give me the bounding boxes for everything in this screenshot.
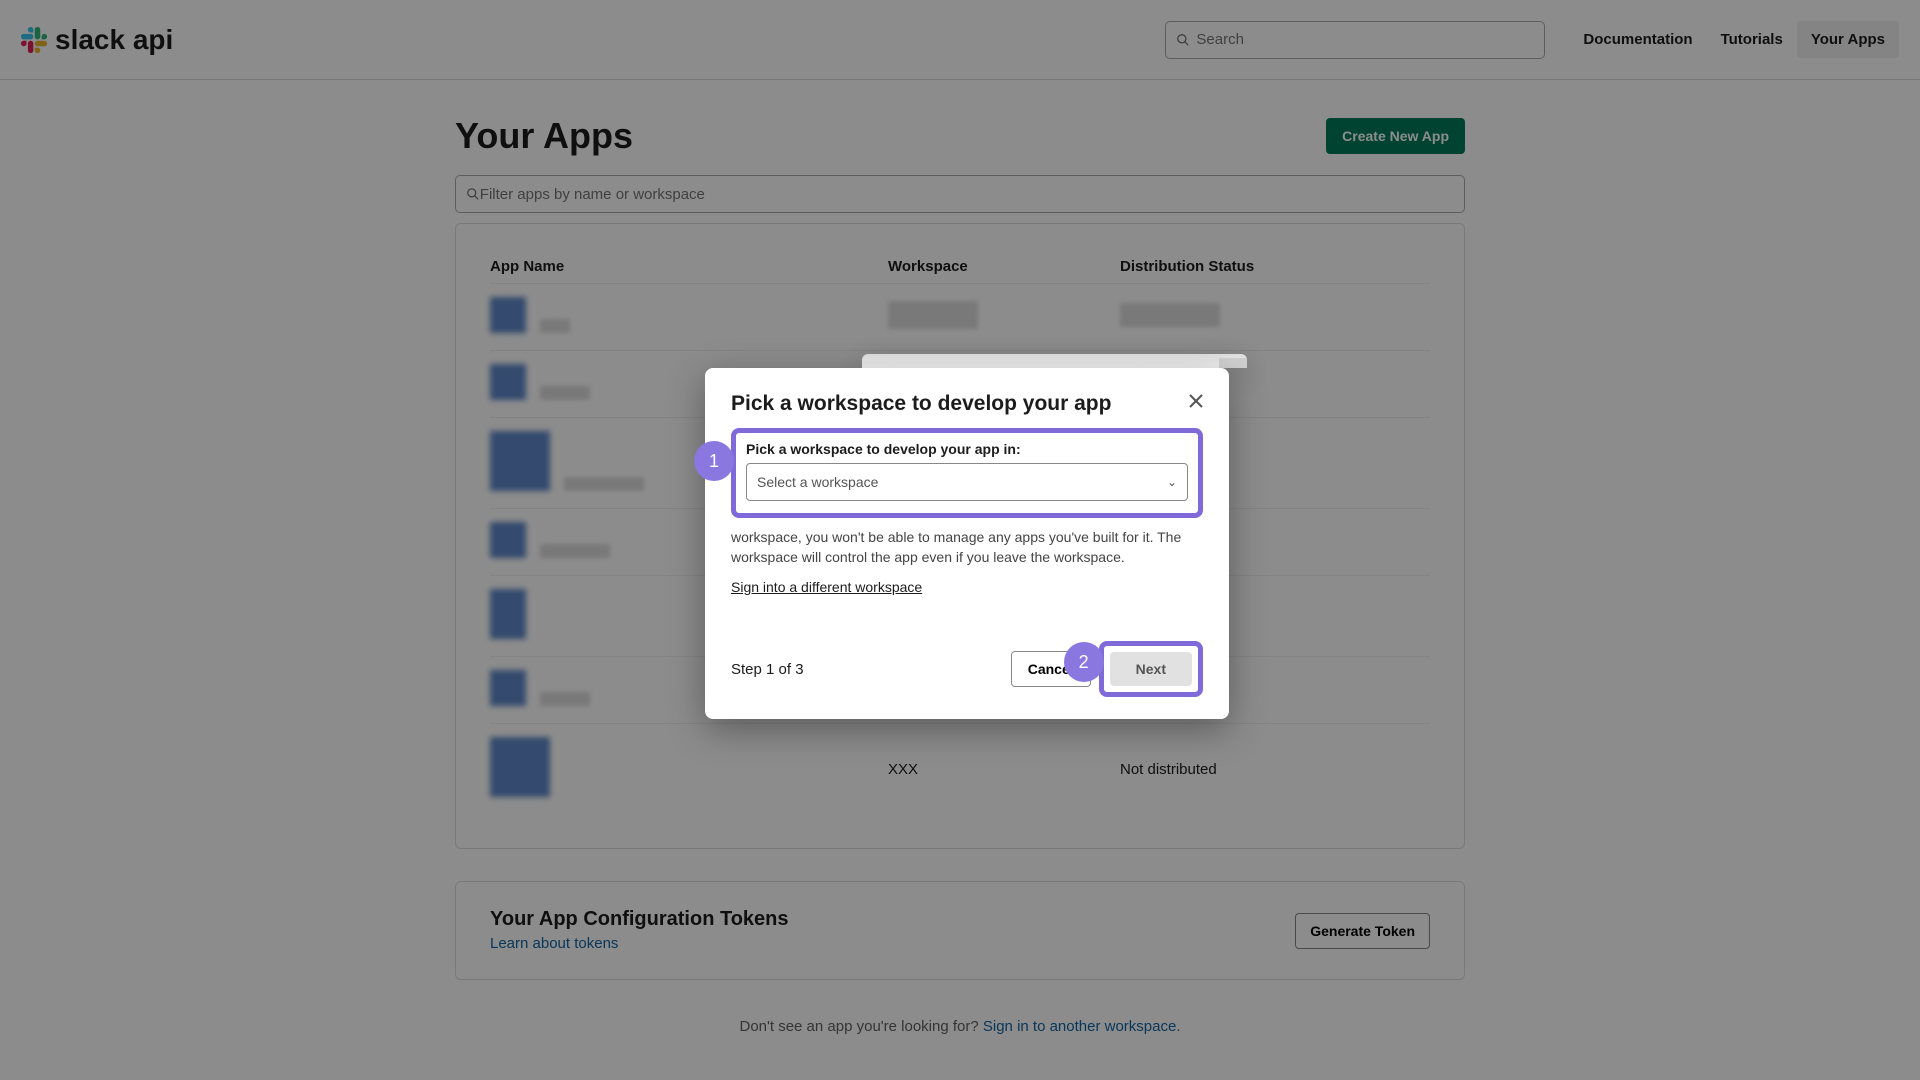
modal-help-text: workspace, you won't be able to manage a…: [731, 528, 1203, 567]
modal: Pick a workspace to develop your app 1 P…: [705, 368, 1229, 719]
modal-title: Pick a workspace to develop your app: [731, 392, 1203, 416]
next-button[interactable]: Next: [1110, 652, 1192, 686]
select-placeholder: Select a workspace: [757, 474, 878, 490]
workspace-select[interactable]: Select a workspace ⌄: [746, 463, 1188, 501]
next-button-annotation: 2 Next: [1099, 641, 1203, 697]
annotation-badge-2: 2: [1064, 642, 1104, 682]
workspace-select-annotation: 1 Pick a workspace to develop your app i…: [731, 428, 1203, 518]
chevron-down-icon: ⌄: [1167, 475, 1177, 489]
annotation-badge-1: 1: [694, 441, 734, 481]
step-indicator: Step 1 of 3: [731, 661, 1011, 678]
workspace-field-label: Pick a workspace to develop your app in:: [746, 441, 1188, 457]
sign-into-different-workspace-link[interactable]: Sign into a different workspace: [731, 579, 922, 595]
close-icon[interactable]: [1185, 390, 1207, 412]
